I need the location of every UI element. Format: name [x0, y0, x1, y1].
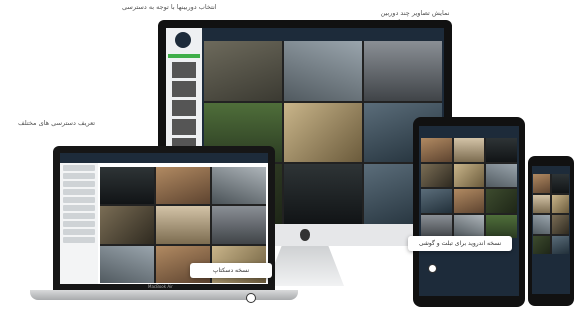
- camera-tile[interactable]: [421, 189, 452, 213]
- android-version-bubble: نسخه اندروید برای تبلت و گوشی: [408, 236, 512, 251]
- sidebar-item[interactable]: [63, 213, 95, 219]
- camera-tile[interactable]: [421, 214, 452, 238]
- camera-tile[interactable]: [486, 138, 517, 162]
- camera-tile[interactable]: [100, 245, 154, 283]
- sidebar-item[interactable]: [63, 205, 95, 211]
- laptop-sidebar: [60, 163, 98, 284]
- sidebar-item[interactable]: [63, 173, 95, 179]
- camera-tile[interactable]: [453, 163, 485, 187]
- laptop-base: [30, 290, 298, 300]
- apple-logo-icon: [300, 229, 310, 241]
- laptop-topbar: [60, 153, 268, 163]
- bubble-pin-icon: [428, 264, 437, 273]
- tablet-camera-grid: [421, 138, 517, 238]
- camera-tile[interactable]: [533, 174, 550, 193]
- avatar: [175, 32, 191, 48]
- camera-tile[interactable]: [486, 163, 517, 187]
- phone-camera-grid: [533, 174, 569, 254]
- camera-tile[interactable]: [100, 206, 154, 244]
- bubble-pin-icon: [246, 293, 256, 303]
- sidebar-item[interactable]: [63, 229, 95, 235]
- camera-tile[interactable]: [453, 214, 485, 238]
- camera-tile[interactable]: [453, 189, 485, 213]
- camera-tile[interactable]: [453, 138, 485, 162]
- sidebar-item[interactable]: [63, 181, 95, 187]
- imac-topbar: [202, 28, 444, 40]
- sidebar-item[interactable]: [63, 189, 95, 195]
- sidebar-item[interactable]: [63, 197, 95, 203]
- camera-tile[interactable]: [364, 41, 442, 101]
- camera-tile[interactable]: [552, 194, 569, 213]
- sidebar-item[interactable]: [63, 221, 95, 227]
- desktop-version-bubble: نسخه دسکتاپ: [190, 263, 272, 278]
- camera-tile[interactable]: [421, 138, 452, 162]
- camera-tile[interactable]: [212, 206, 266, 244]
- camera-tile[interactable]: [486, 214, 517, 238]
- camera-tile[interactable]: [156, 167, 210, 205]
- camera-tile[interactable]: [284, 164, 362, 224]
- camera-tile[interactable]: [533, 215, 550, 234]
- imac-stand: [266, 246, 344, 286]
- camera-tile[interactable]: [486, 189, 517, 213]
- caption-choose-cameras: انتخاب دوربینها با توجه به دسترسی: [122, 3, 217, 11]
- camera-tile[interactable]: [212, 167, 266, 205]
- camera-tile[interactable]: [284, 41, 362, 101]
- sidebar-green-bar: [168, 54, 200, 58]
- camera-tile[interactable]: [284, 102, 362, 163]
- laptop-brand: MacBook Air: [148, 284, 173, 289]
- tablet-topbar: [419, 126, 519, 136]
- camera-tile[interactable]: [533, 194, 550, 213]
- sidebar-item[interactable]: [63, 165, 95, 171]
- sidebar-item[interactable]: [63, 237, 95, 243]
- camera-tile[interactable]: [552, 215, 569, 234]
- camera-tile[interactable]: [552, 174, 569, 193]
- phone-screen: [532, 166, 570, 294]
- camera-tile[interactable]: [100, 167, 154, 205]
- camera-tile[interactable]: [156, 206, 210, 244]
- camera-tile[interactable]: [204, 41, 282, 101]
- caption-access-levels: تعریف دسترسی های مختلف: [18, 119, 96, 127]
- camera-tile[interactable]: [421, 163, 452, 187]
- camera-tile[interactable]: [533, 235, 550, 254]
- camera-tile[interactable]: [552, 235, 569, 254]
